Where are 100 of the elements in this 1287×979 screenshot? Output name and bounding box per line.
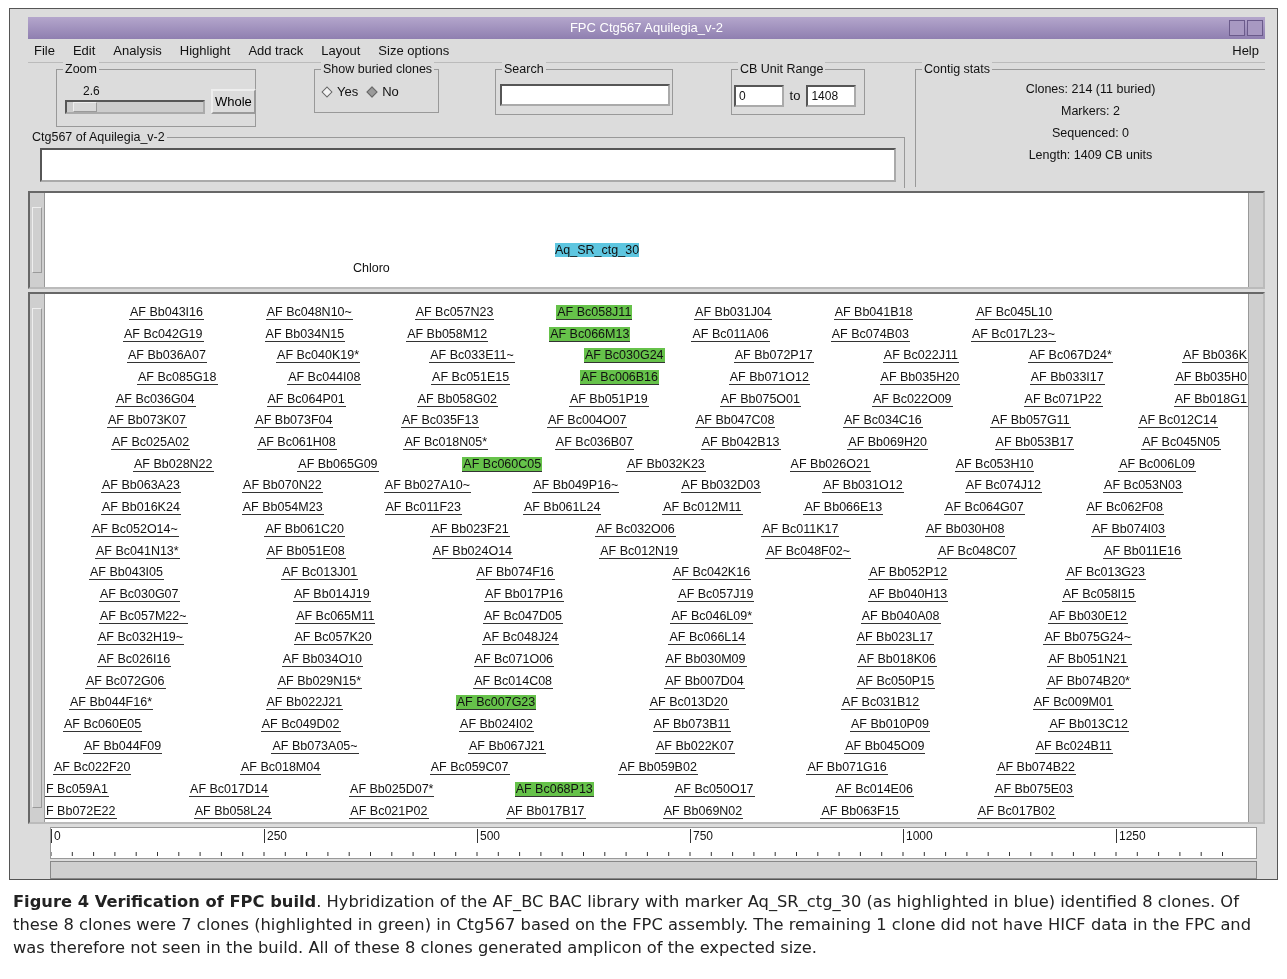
clone-label[interactable]: AF Bb034N15 [264, 326, 346, 342]
clone-label[interactable]: AF Bb053B17 [994, 435, 1075, 451]
clone-label[interactable]: AF Bc052O14~ [91, 521, 179, 537]
clone-label[interactable]: AF Bc013D20 [648, 695, 729, 711]
clone-label[interactable]: AF Bc047D05 [483, 608, 563, 624]
clone-label[interactable]: AF Bc026I16 [97, 652, 172, 667]
clone-label[interactable]: AF Bb022K07 [655, 738, 735, 754]
clone-label[interactable]: AF Bb045O09 [844, 738, 926, 754]
clone-label[interactable]: AF Bb058M12 [406, 326, 489, 342]
clone-label[interactable]: AF Bb066E13 [803, 500, 884, 516]
clone-label[interactable]: AF Bb073F04 [254, 413, 334, 429]
clone-label[interactable]: AF Bb074B20* [1046, 673, 1131, 689]
clone-label[interactable]: AF Bb023L17 [855, 630, 935, 646]
clone-label[interactable]: AF Bc022J11 [882, 348, 959, 364]
clone-label[interactable]: AF Bc066M13 [549, 326, 631, 342]
range-start-field[interactable]: 0 [734, 84, 784, 107]
clone-label[interactable]: F Bb072E22 [45, 803, 117, 819]
clone-label[interactable]: AF Bb074I03 [1091, 521, 1166, 537]
zoom-slider[interactable] [65, 99, 205, 114]
clone-label[interactable]: AF Bb016K24 [101, 500, 181, 516]
menu-item[interactable]: File [34, 42, 55, 58]
clone-label[interactable]: AF Bc048N10~ [265, 305, 353, 320]
clone-label[interactable]: AF Bc045L10 [975, 305, 1053, 320]
clone-label[interactable]: AF Bc013J01 [281, 565, 359, 581]
clone-label[interactable]: AF Bc048C07 [937, 543, 1017, 559]
clone-label[interactable]: AF Bc059C07 [429, 760, 510, 776]
clone-label[interactable]: AF Bb040H13 [867, 586, 949, 602]
clone-label[interactable]: AF Bc040K19* [276, 348, 361, 364]
clone-label[interactable]: AF Bc044I08 [287, 370, 362, 386]
clone-label[interactable]: AF Bc036B07 [554, 435, 634, 451]
clone-label[interactable]: AF Bc012C14 [1138, 413, 1218, 429]
clone-label[interactable]: AF Bc032O06 [595, 521, 676, 537]
clone-label[interactable]: AF Bc031B12 [841, 695, 921, 711]
clone-label[interactable]: AF Bb073B11 [652, 717, 732, 733]
marker-label[interactable]: Aq_SR_ctg_30 [555, 242, 640, 257]
clone-label[interactable]: AF Bb073A05~ [271, 738, 359, 754]
clone-label[interactable]: AF Bb023F21 [430, 521, 510, 537]
clone-label[interactable]: AF Bb011E16 [1103, 543, 1182, 559]
clone-label[interactable]: AF Bb031O12 [822, 478, 904, 494]
clone-label[interactable]: AF Bb070N22 [242, 478, 323, 494]
clone-label[interactable]: AF Bb074B22 [996, 760, 1076, 776]
clone-label[interactable]: AF Bb049P16~ [532, 478, 620, 494]
clone-label[interactable]: AF Bb029N15* [276, 673, 363, 689]
clone-label[interactable]: AF Bc034C16 [842, 413, 923, 429]
clone-label[interactable]: AF Bb071G16 [806, 760, 888, 776]
clone-label[interactable]: AF Bc074J12 [964, 478, 1042, 494]
clone-label[interactable]: AF Bc068P13 [514, 782, 594, 798]
clone-label[interactable]: AF Bc021P02 [349, 803, 429, 819]
clone-label[interactable]: AF Bc025A02 [111, 435, 191, 451]
clone-label[interactable]: AF Bc057M22~ [99, 608, 188, 624]
clone-label[interactable]: AF Bb031J04 [694, 305, 772, 320]
clone-label[interactable]: AF Bb075O01 [719, 391, 801, 407]
clone-label[interactable]: AF Bb013C12 [1048, 717, 1129, 733]
clone-label[interactable]: AF Bb044F09 [83, 738, 163, 754]
clone-label[interactable]: AF Bb061C20 [264, 521, 345, 537]
radio-option[interactable]: No [368, 84, 399, 100]
clone-label[interactable]: AF Bc014C08 [473, 673, 554, 689]
clone-label[interactable]: AF Bb072P17 [733, 348, 814, 364]
clone-label[interactable]: AF Bc018N05* [403, 435, 489, 451]
scrollbar[interactable] [1248, 293, 1263, 823]
scrollbar[interactable] [1248, 192, 1263, 287]
maximize-button[interactable] [1247, 20, 1263, 36]
clone-label[interactable]: AF Bb035H20 [879, 370, 961, 386]
clone-label[interactable]: AF Bb074F16 [475, 565, 555, 581]
clone-label[interactable]: AF Bb018G1 [1173, 391, 1248, 407]
clone-label[interactable]: AF Bb035H0 [1174, 370, 1248, 386]
clone-label[interactable]: AF Bc067D24* [1028, 348, 1113, 364]
scrollbar[interactable] [30, 192, 45, 287]
clone-label[interactable]: AF Bb052P12 [868, 565, 949, 581]
clone-label[interactable]: AF Bc014E06 [834, 782, 914, 798]
clone-label[interactable]: AF Bb024I02 [459, 717, 535, 733]
clone-label[interactable]: AF Bc032H19~ [97, 630, 185, 646]
clone-label[interactable]: AF Bb010P09 [850, 717, 930, 733]
clone-label[interactable]: AF Bb032D03 [680, 478, 762, 494]
clone-label[interactable]: AF Bc051E15 [431, 370, 511, 386]
clone-label[interactable]: AF Bb051P19 [568, 391, 649, 407]
clone-label[interactable]: AF Bb058G02 [416, 391, 498, 407]
clone-label[interactable]: AF Bc007G23 [455, 695, 537, 711]
clone-label[interactable]: AF Bb044F16* [69, 695, 153, 711]
clone-label[interactable]: AF Bb067J21 [467, 738, 546, 754]
clone-label[interactable]: AF Bb042B13 [700, 435, 781, 451]
clone-label[interactable]: AF Bc042K16 [671, 565, 752, 581]
clone-label[interactable]: F Bc059A1 [45, 782, 109, 798]
clone-label[interactable]: AF Bc065M11 [295, 608, 376, 624]
clone-label[interactable]: AF Bb007D04 [664, 673, 745, 689]
clone-label[interactable]: AF Bb059B02 [618, 760, 698, 776]
clone-label[interactable]: AF Bc060E05 [63, 717, 143, 733]
clone-label[interactable]: AF Bb075E03 [994, 782, 1074, 798]
contig-field[interactable] [40, 147, 896, 182]
radio-option[interactable]: Yes [323, 84, 359, 100]
clone-label[interactable]: AF Bb014J19 [292, 586, 371, 602]
clone-label[interactable]: AF Bc011A06 [691, 326, 770, 342]
clone-label[interactable]: AF Bc018M04 [239, 760, 322, 776]
clone-label[interactable]: AF Bc030G07 [99, 586, 180, 602]
clone-label[interactable]: AF Bc064G07 [944, 500, 1025, 516]
clone-label[interactable]: AF Bc050O17 [674, 782, 755, 798]
clone-label[interactable]: AF Bc045N05 [1141, 435, 1221, 451]
clone-label[interactable]: AF Bc012M11 [662, 500, 743, 516]
clone-label[interactable]: AF Bb065G09 [297, 456, 379, 472]
clone-label[interactable]: AF Bc024B11 [1034, 738, 1113, 754]
